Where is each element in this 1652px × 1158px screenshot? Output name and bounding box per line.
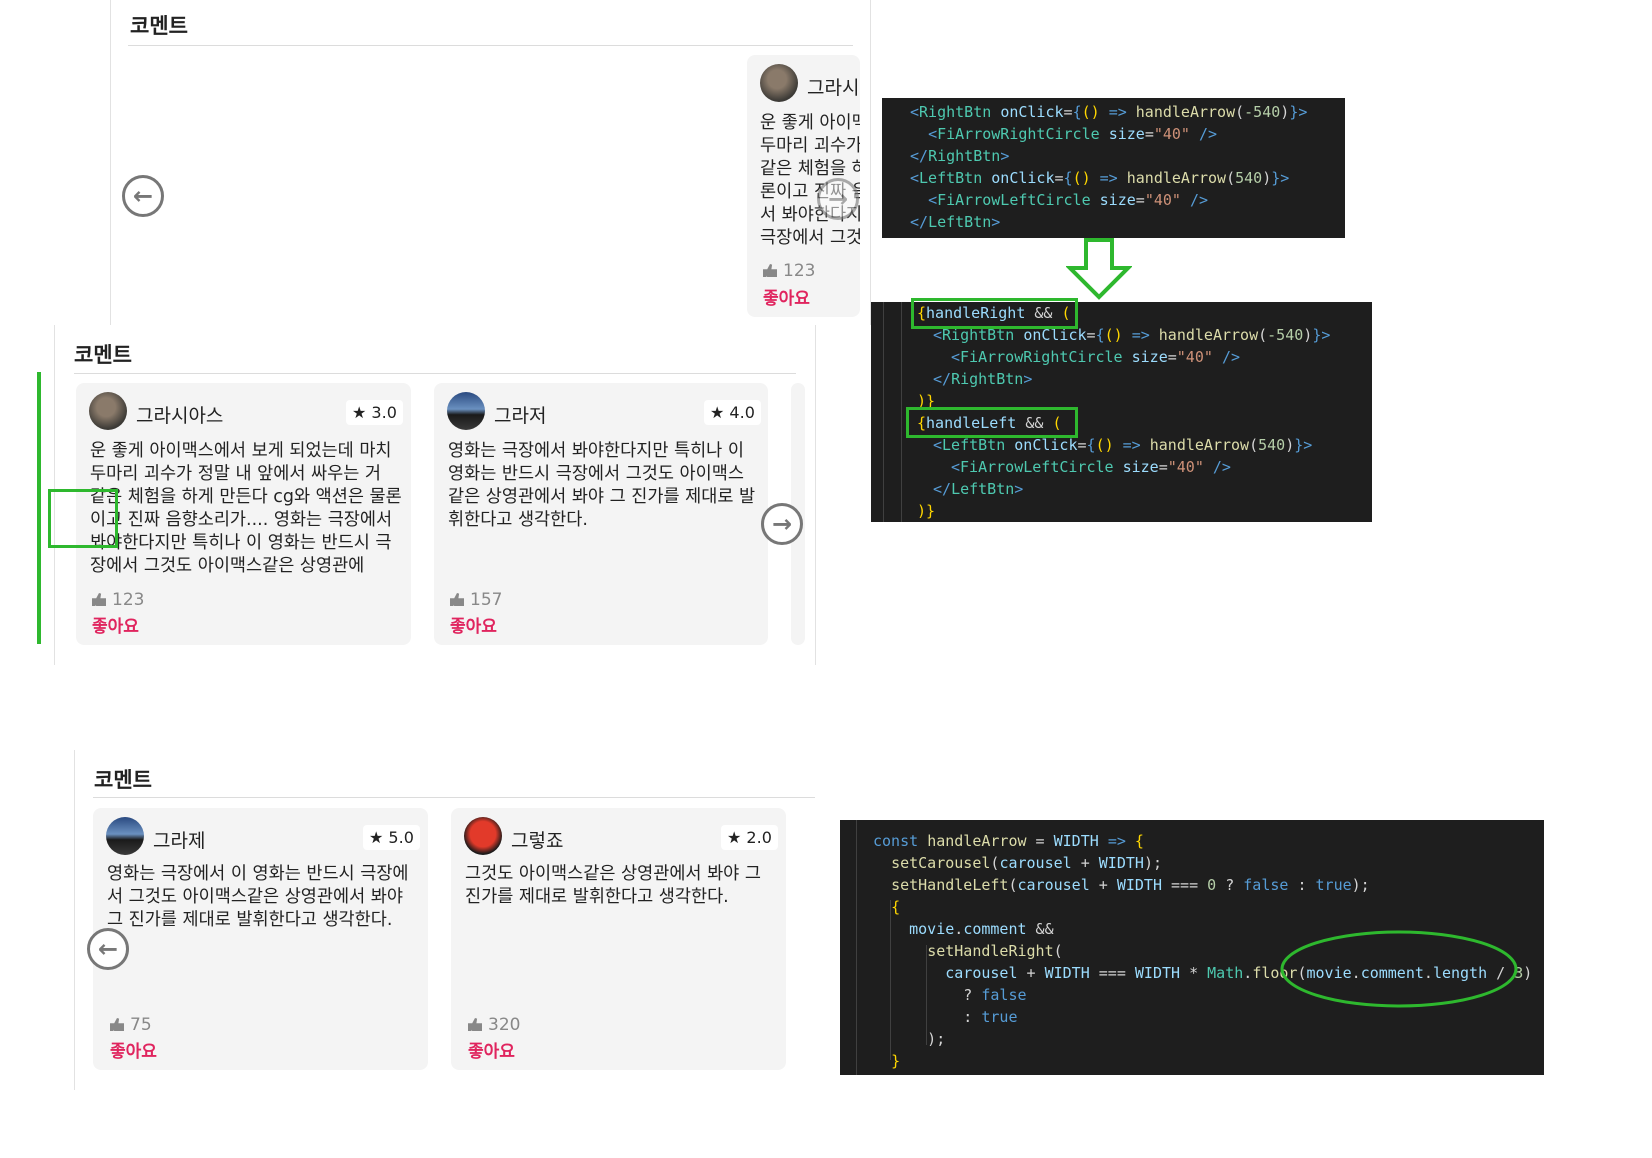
- thumbs-up-icon: [468, 1018, 482, 1031]
- avatar: [464, 817, 502, 855]
- comment-card: 그라저 ★ 4.0 영화는 극장에서 봐야한다지만 특히나 이 영화는 반드시 …: [434, 383, 768, 645]
- annotation-green-box: [906, 407, 1078, 438]
- rating-badge: ★ 3.0: [346, 400, 403, 425]
- comment-text: 운 좋게 아이맥스에서 보게 되었는데 마치 두마리 괴수가 정말 내 앞에서 …: [90, 441, 402, 576]
- annotation-green-box: [911, 298, 1078, 329]
- code-snippet-buttons: <RightBtn onClick={() => handleArrow(-54…: [882, 98, 1345, 238]
- like-count: 320: [468, 1015, 520, 1035]
- arrow-left-circle-icon[interactable]: ←: [87, 928, 129, 970]
- like-count: 157: [450, 590, 502, 610]
- comment-card: 그라제 ★ 5.0 영화는 극장에서 이 영화는 반드시 극장에서 그것도 아이…: [93, 808, 428, 1070]
- code-line: )}: [917, 502, 936, 520]
- comment-text: 영화는 극장에서 이 영화는 반드시 극장에서 그것도 아이맥스같은 상영관에서…: [107, 864, 409, 930]
- code-line: <FiArrowRightCircle size="40" />: [951, 348, 1240, 366]
- comment-line: 운 좋게 아이맥: [760, 113, 860, 133]
- avatar: [760, 64, 798, 102]
- like-count-value: 157: [470, 590, 503, 610]
- like-button[interactable]: 좋아요: [763, 284, 810, 309]
- thumbs-up-icon: [763, 264, 777, 277]
- avatar: [89, 392, 127, 430]
- panel-1-title: 코멘트: [130, 14, 188, 38]
- code-line: <FiArrowRightCircle size="40" />: [928, 125, 1218, 143]
- code-line: setHandleLeft(carousel + WIDTH === 0 ? f…: [891, 876, 1370, 894]
- annotation-green-box: [48, 489, 118, 548]
- panel-2-divider: [74, 373, 796, 374]
- comment-username: 그라저: [494, 405, 547, 427]
- comment-card: 그렇죠 ★ 2.0 그것도 아이맥스같은 상영관에서 봐야 그 진가를 제대로 …: [451, 808, 786, 1070]
- comment-line: 극장에서 그것: [760, 228, 860, 248]
- like-button[interactable]: 좋아요: [468, 1037, 515, 1062]
- like-count-value: 320: [488, 1015, 521, 1035]
- code-line: </RightBtn>: [910, 147, 1010, 165]
- comment-text: 그것도 아이맥스같은 상영관에서 봐야 그 진가를 제대로 발휘한다고 생각한다…: [465, 864, 761, 907]
- avatar: [106, 817, 144, 855]
- thumbs-up-icon: [450, 593, 464, 606]
- like-count: 75: [110, 1015, 152, 1035]
- like-button[interactable]: 좋아요: [92, 612, 139, 637]
- code-line: <LeftBtn onClick={() => handleArrow(540)…: [933, 436, 1313, 454]
- code-line: : true: [873, 1008, 1018, 1026]
- panel-3-divider: [93, 797, 815, 798]
- rating-badge: ★ 2.0: [721, 825, 778, 850]
- comment-card: 그라시아스 ★ 3.0 운 좋게 아이맥스에서 보게 되었는데 마치 두마리 괴…: [76, 383, 411, 645]
- code-line: );: [873, 1030, 946, 1048]
- panel-3-left-border: [74, 750, 75, 1090]
- thumbs-up-icon: [92, 593, 106, 606]
- comment-username: 그라제: [153, 830, 206, 852]
- code-line: setHandleRight(: [927, 942, 1063, 960]
- code-line: <RightBtn onClick={() => handleArrow(-54…: [910, 103, 1308, 121]
- comment-username: 그라시: [807, 77, 860, 99]
- comment-text: 영화는 극장에서 봐야한다지만 특히나 이 영화는 반드시 극장에서 그것도 아…: [448, 441, 756, 530]
- like-count-value: 123: [112, 590, 145, 610]
- like-count: 123: [763, 261, 815, 281]
- panel-2-title: 코멘트: [74, 343, 132, 367]
- code-line: <LeftBtn onClick={() => handleArrow(540)…: [910, 169, 1290, 187]
- comment-line: 두마리 괴수가: [760, 136, 860, 156]
- arrow-right-circle-icon[interactable]: →: [817, 178, 859, 220]
- indent-guide: [883, 302, 884, 522]
- arrow-right-circle-icon[interactable]: →: [761, 503, 803, 545]
- like-button[interactable]: 좋아요: [450, 612, 497, 637]
- code-line: </LeftBtn>: [933, 480, 1024, 498]
- code-line: </RightBtn>: [933, 370, 1033, 388]
- comment-username: 그렇죠: [511, 830, 564, 852]
- panel-1-right-border: [870, 0, 871, 325]
- code-line: {: [891, 898, 901, 916]
- like-button[interactable]: 좋아요: [110, 1037, 157, 1062]
- panel-1-divider: [128, 45, 853, 46]
- code-line: movie.comment &&: [909, 920, 1054, 938]
- annotation-green-line: [37, 372, 41, 644]
- rating-badge: ★ 5.0: [363, 825, 420, 850]
- panel-1-left-border: [110, 0, 111, 325]
- like-count-value: 123: [783, 261, 816, 281]
- code-line: }: [891, 1052, 901, 1070]
- like-count: 123: [92, 590, 144, 610]
- code-line: setCarousel(carousel + WIDTH);: [891, 854, 1162, 872]
- code-line: <FiArrowLeftCircle size="40" />: [928, 191, 1209, 209]
- like-count-value: 75: [130, 1015, 152, 1035]
- code-line: ? false: [873, 986, 1027, 1004]
- code-line: <FiArrowLeftCircle size="40" />: [951, 458, 1231, 476]
- panel-3-title: 코멘트: [94, 768, 152, 792]
- indent-guide: [901, 302, 902, 522]
- panel-2-right-border: [815, 325, 816, 665]
- avatar: [447, 392, 485, 430]
- code-line: const handleArrow = WIDTH => {: [873, 832, 1144, 850]
- rating-badge: ★ 4.0: [704, 400, 761, 425]
- code-line: </LeftBtn>: [910, 213, 1001, 231]
- comment-line: 같은 체험을 하: [760, 159, 860, 179]
- arrow-down-icon: [1066, 238, 1132, 300]
- thumbs-up-icon: [110, 1018, 124, 1031]
- comment-username: 그라시아스: [136, 405, 224, 427]
- arrow-left-circle-icon[interactable]: ←: [122, 175, 164, 217]
- indent-guide: [856, 820, 857, 1075]
- annotation-green-ellipse: [1280, 930, 1518, 1008]
